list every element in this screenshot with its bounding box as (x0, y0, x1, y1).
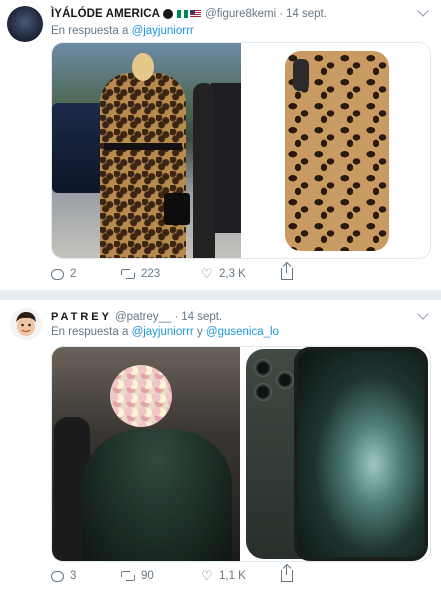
leopard-phone-case (284, 50, 389, 251)
share-button[interactable] (281, 565, 301, 582)
separator-dot: · (279, 8, 284, 20)
reply-button[interactable]: 2 (51, 268, 111, 280)
chevron-down-icon[interactable] (417, 5, 429, 17)
chevron-down-icon[interactable] (417, 308, 429, 320)
retweet-icon (121, 269, 135, 279)
heart-icon: ♡ (201, 568, 213, 583)
camera-cutout (292, 58, 309, 91)
like-button[interactable]: ♡ 2,3 K (201, 266, 281, 281)
retweet-button[interactable]: 90 (121, 570, 201, 582)
nigeria-flag-icon (177, 10, 189, 18)
reply-mention[interactable]: @jayjuniorrr (132, 326, 194, 338)
reply-icon (51, 268, 64, 280)
tweet-actions: 2 223 ♡ 2,3 K (51, 263, 301, 281)
photo-leopard-coat-outfit[interactable] (52, 43, 241, 258)
timestamp[interactable]: 14 sept. (181, 311, 222, 323)
reply-mention[interactable]: @jayjuniorrr (132, 25, 194, 37)
tweet[interactable]: PATREY @patrey__ · 14 sept. En respuesta… (0, 300, 441, 599)
retweet-icon (121, 571, 135, 581)
tweet-separator (0, 290, 441, 300)
bystander (193, 83, 215, 258)
heart-icon: ♡ (201, 266, 213, 281)
reply-prefix: En respuesta a (51, 25, 129, 37)
camera-lens (276, 371, 294, 389)
tweet-header: ÌYÁLÓDE AMERICA @figure8kemi · 14 sept. (51, 6, 327, 22)
camera-lens (254, 359, 272, 377)
flags (177, 10, 202, 18)
handbag (164, 193, 190, 225)
reply-joiner: y (196, 326, 203, 338)
reply-mention[interactable]: @gusenica_lo (206, 326, 279, 338)
reply-count: 3 (70, 570, 77, 582)
leopard-coat (100, 73, 186, 258)
head (132, 53, 154, 81)
share-icon (281, 263, 293, 280)
timestamp[interactable]: 14 sept. (286, 8, 327, 20)
display-name[interactable]: ÌYÁLÓDE AMERICA (51, 8, 160, 20)
retweet-count: 223 (141, 268, 161, 280)
like-count: 2,3 K (219, 268, 246, 280)
reply-context: En respuesta a @jayjuniorrr y @gusenica_… (51, 326, 279, 338)
reply-button[interactable]: 3 (51, 570, 111, 582)
display-name[interactable]: PATREY (51, 311, 112, 323)
avatar[interactable] (7, 6, 43, 42)
handle[interactable]: @patrey__ (115, 311, 171, 323)
share-button[interactable] (281, 263, 301, 280)
reply-icon (51, 570, 64, 582)
photo-midnight-green-phone[interactable] (240, 347, 430, 561)
avatar[interactable] (10, 308, 42, 340)
reply-context: En respuesta a @jayjuniorrr (51, 25, 194, 37)
photo-leopard-phone-case[interactable] (241, 43, 430, 258)
flower-headpiece (110, 365, 172, 427)
like-count: 1,1 K (219, 570, 246, 582)
car (211, 83, 241, 233)
phone-screen (294, 347, 428, 561)
camera-lens (254, 383, 272, 401)
share-icon (281, 565, 293, 582)
verified-badge-icon (163, 9, 174, 19)
green-gown (82, 429, 232, 561)
usa-flag-icon (190, 10, 202, 18)
media-grid (51, 42, 431, 259)
retweet-button[interactable]: 223 (121, 268, 201, 280)
media-grid (51, 346, 431, 562)
photo-flower-headpiece-gown[interactable] (52, 347, 240, 561)
memoji-avatar (16, 312, 36, 336)
reply-prefix: En respuesta a (51, 326, 129, 338)
tweet-header: PATREY @patrey__ · 14 sept. (51, 309, 222, 325)
like-button[interactable]: ♡ 1,1 K (201, 568, 281, 583)
reply-count: 2 (70, 268, 77, 280)
handle[interactable]: @figure8kemi (205, 8, 276, 20)
retweet-count: 90 (141, 570, 154, 582)
separator-dot: · (174, 311, 179, 323)
belt (104, 143, 182, 150)
tweet-actions: 3 90 ♡ 1,1 K (51, 565, 301, 583)
tweet[interactable]: ÌYÁLÓDE AMERICA @figure8kemi · 14 sept. … (0, 0, 441, 290)
